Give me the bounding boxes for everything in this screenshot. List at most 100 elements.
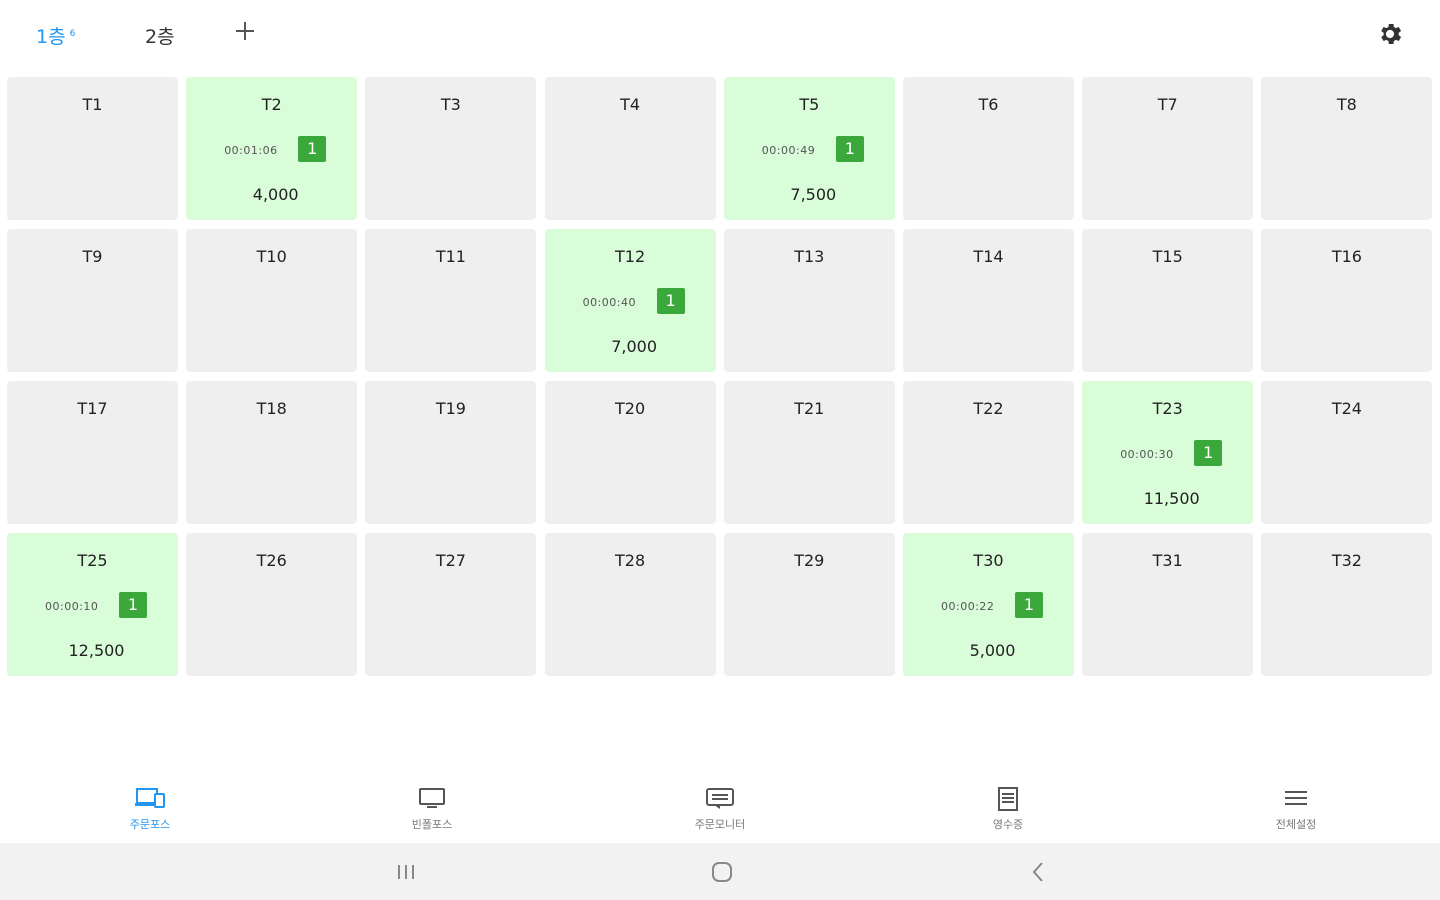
table-name: T16 (1331, 247, 1362, 266)
table-card-t18[interactable]: T18 (186, 381, 358, 524)
table-name: T8 (1336, 95, 1357, 114)
table-card-t17[interactable]: T17 (7, 381, 178, 524)
nav-order-pos-label: 주문포스 (129, 818, 171, 831)
table-card-t11[interactable]: T11 (365, 229, 537, 372)
message-board-icon (706, 788, 734, 809)
table-card-t15[interactable]: T15 (1082, 229, 1254, 372)
devices-icon (135, 788, 165, 808)
table-card-t6[interactable]: T6 (903, 77, 1074, 220)
nav-all-settings-label: 전체설정 (1275, 818, 1317, 831)
table-name: T6 (978, 95, 999, 114)
table-elapsed-time: 00:00:30 (1120, 448, 1174, 461)
order-count-badge: 1 (298, 136, 327, 162)
table-card-t14[interactable]: T14 (903, 229, 1074, 372)
table-name: T14 (973, 247, 1004, 266)
table-card-t5[interactable]: T5 00:00:49 1 7,500 (723, 77, 895, 220)
tab-floor-2[interactable]: 2층 (145, 22, 175, 50)
table-elapsed-time: 00:00:22 (941, 600, 995, 613)
table-card-t31[interactable]: T31 (1082, 533, 1254, 676)
table-name: T4 (620, 95, 641, 114)
table-card-t2[interactable]: T2 00:01:06 1 4,000 (186, 77, 358, 220)
table-amount: 4,000 (252, 185, 299, 204)
table-name: T1 (82, 95, 103, 114)
recent-apps-icon[interactable] (391, 857, 421, 887)
table-card-t23[interactable]: T23 00:00:30 1 11,500 (1082, 381, 1254, 524)
table-card-t9[interactable]: T9 (7, 229, 178, 372)
table-card-t8[interactable]: T8 (1261, 77, 1433, 220)
tab-floor-2-label: 2층 (145, 26, 175, 48)
menu-icon (1285, 791, 1307, 805)
table-elapsed-time: 00:01:06 (224, 144, 278, 157)
table-card-t25[interactable]: T25 00:00:10 1 12,500 (7, 533, 178, 676)
table-elapsed-time: 00:00:49 (761, 144, 816, 157)
table-card-t12[interactable]: T12 00:00:40 1 7,000 (544, 229, 716, 372)
table-name: T29 (794, 551, 825, 570)
table-card-t20[interactable]: T20 (544, 381, 716, 524)
gear-icon[interactable] (1376, 20, 1404, 48)
table-card-t26[interactable]: T26 (186, 533, 358, 676)
back-icon[interactable] (1023, 857, 1053, 887)
tab-floor-1[interactable]: 1층 6 (36, 22, 75, 50)
table-name: T11 (435, 247, 466, 266)
table-name: T32 (1331, 551, 1362, 570)
nav-receipt-label: 영수증 (992, 818, 1024, 831)
table-name: T18 (256, 399, 287, 418)
table-elapsed-time: 00:00:10 (45, 600, 99, 613)
tab-floor-1-count: 6 (69, 28, 76, 39)
table-name: T23 (1152, 399, 1183, 418)
home-icon[interactable] (707, 857, 737, 887)
order-count-badge: 1 (119, 592, 147, 618)
table-card-t32[interactable]: T32 (1261, 533, 1433, 676)
table-name: T3 (440, 95, 461, 114)
nav-order-monitor[interactable]: 주문모니터 (650, 780, 790, 840)
plus-icon[interactable] (234, 20, 256, 42)
order-count-badge: 1 (835, 136, 864, 162)
order-count-badge: 1 (656, 288, 685, 314)
order-count-badge: 1 (1015, 592, 1043, 618)
table-card-t28[interactable]: T28 (544, 533, 716, 676)
nav-receipt[interactable]: 영수증 (938, 780, 1078, 840)
table-card-t29[interactable]: T29 (723, 533, 895, 676)
table-amount: 5,000 (969, 641, 1016, 660)
table-elapsed-time: 00:00:40 (582, 296, 636, 309)
table-name: T13 (794, 247, 825, 266)
table-card-t10[interactable]: T10 (186, 229, 358, 372)
system-nav-bar (0, 843, 1440, 900)
table-card-t21[interactable]: T21 (723, 381, 895, 524)
table-amount: 7,000 (611, 337, 657, 356)
nav-order-monitor-label: 주문모니터 (694, 818, 746, 831)
table-name: T22 (973, 399, 1004, 418)
tab-floor-1-label: 1층 (36, 26, 66, 48)
table-card-t1[interactable]: T1 (7, 77, 178, 220)
table-card-t16[interactable]: T16 (1261, 229, 1433, 372)
nav-order-pos[interactable]: 주문포스 (80, 780, 220, 840)
table-name: T9 (82, 247, 103, 266)
table-name: T31 (1152, 551, 1183, 570)
table-name: T2 (261, 95, 282, 114)
table-card-t27[interactable]: T27 (365, 533, 537, 676)
nav-bean-pos[interactable]: 빈폴포스 (362, 780, 502, 840)
monitor-icon (419, 788, 445, 808)
table-name: T25 (77, 551, 108, 570)
table-amount: 12,500 (68, 641, 125, 660)
table-card-t24[interactable]: T24 (1261, 381, 1433, 524)
table-name: T10 (256, 247, 287, 266)
table-grid: T1 T2 00:01:06 1 4,000 T3 T4 T5 00:00:49 1 7,500 T6… (7, 77, 1433, 676)
table-card-t22[interactable]: T22 (903, 381, 1074, 524)
table-card-t30[interactable]: T30 00:00:22 1 5,000 (903, 533, 1074, 676)
table-name: T5 (799, 95, 820, 114)
nav-all-settings[interactable]: 전체설정 (1226, 780, 1366, 840)
table-name: T30 (973, 551, 1004, 570)
table-name: T27 (435, 551, 466, 570)
table-card-t13[interactable]: T13 (723, 229, 895, 372)
bottom-nav: 주문포스 빈폴포스 주문모니터 영수증 전체설정 (0, 780, 1440, 842)
table-name: T12 (615, 247, 646, 266)
table-card-t3[interactable]: T3 (365, 77, 537, 220)
table-name: T19 (435, 399, 466, 418)
receipt-icon (998, 787, 1018, 811)
table-name: T20 (615, 399, 646, 418)
table-card-t4[interactable]: T4 (544, 77, 716, 220)
table-card-t7[interactable]: T7 (1082, 77, 1254, 220)
table-name: T17 (77, 399, 108, 418)
table-card-t19[interactable]: T19 (365, 381, 537, 524)
